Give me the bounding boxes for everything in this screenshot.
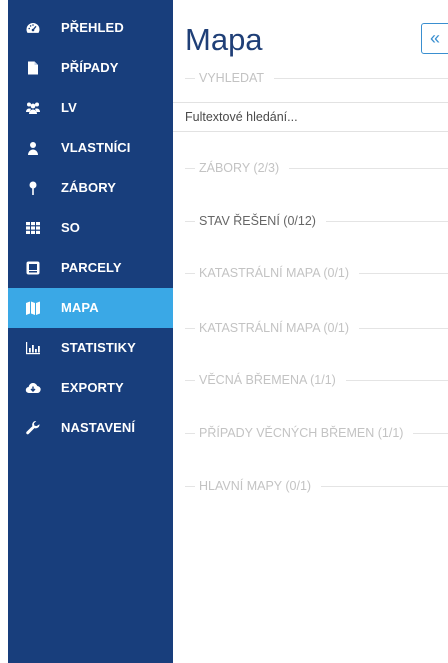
sidebar-item-prehled[interactable]: PŘEHLED <box>8 8 173 48</box>
sidebar-item-nastaveni[interactable]: NASTAVENÍ <box>8 408 173 448</box>
section-hlavni-mapy[interactable]: HLAVNÍ MAPY (0/1) <box>185 478 448 494</box>
sidebar: PŘEHLED PŘÍPADY LV VLASTNÍCI ZÁBORY SO P… <box>8 0 173 663</box>
sidebar-item-parcely[interactable]: PARCELY <box>8 248 173 288</box>
left-edge-strip <box>0 0 8 663</box>
sidebar-item-exporty[interactable]: EXPORTY <box>8 368 173 408</box>
sidebar-item-zabory[interactable]: ZÁBORY <box>8 168 173 208</box>
section-katastralni-mapa[interactable]: KATASTRÁLNÍ MAPA (0/1) <box>185 265 448 281</box>
sidebar-item-label: LV <box>61 100 77 115</box>
divider <box>274 77 448 79</box>
main-panel: Mapa « VYHLEDAT ZÁBORY (2/3) STAV ŘEŠENÍ… <box>173 0 448 663</box>
sidebar-item-label: MAPA <box>61 300 99 315</box>
section-pripady-vecnych-bremen[interactable]: PŘÍPADY VĚCNÝCH BŘEMEN (1/1) <box>185 425 448 441</box>
divider <box>413 432 448 434</box>
sidebar-item-mapa[interactable]: MAPA <box>8 288 173 328</box>
wrench-icon <box>25 420 41 436</box>
square-icon <box>25 260 41 276</box>
map-icon <box>25 300 41 316</box>
section-label: VYHLEDAT <box>199 71 265 85</box>
dashboard-icon <box>25 20 41 36</box>
divider <box>185 379 195 381</box>
sidebar-item-label: PŘEHLED <box>61 20 124 35</box>
fulltext-search-input[interactable] <box>173 102 448 132</box>
page-title: Mapa <box>185 22 263 57</box>
section-vecna-bremena[interactable]: VĚCNÁ BŘEMENA (1/1) <box>185 372 448 388</box>
section-zabory[interactable]: ZÁBORY (2/3) <box>185 160 448 176</box>
section-label: KATASTRÁLNÍ MAPA (0/1) <box>199 266 350 280</box>
section-stav-reseni[interactable]: STAV ŘEŠENÍ (0/12) <box>185 213 448 229</box>
pin-icon <box>25 180 41 196</box>
sidebar-item-label: STATISTIKY <box>61 340 136 355</box>
cloud-download-icon <box>25 380 41 396</box>
section-label: PŘÍPADY VĚCNÝCH BŘEMEN (1/1) <box>199 426 404 440</box>
divider <box>185 272 195 274</box>
users-icon <box>25 100 41 116</box>
sidebar-item-so[interactable]: SO <box>8 208 173 248</box>
section-label: ZÁBORY (2/3) <box>199 161 280 175</box>
divider <box>359 327 448 329</box>
sidebar-item-label: ZÁBORY <box>61 180 117 195</box>
divider <box>185 432 195 434</box>
divider <box>325 220 448 222</box>
divider <box>345 379 448 381</box>
sidebar-item-label: PŘÍPADY <box>61 60 119 75</box>
document-icon <box>25 60 41 76</box>
sidebar-item-vlastnici[interactable]: VLASTNÍCI <box>8 128 173 168</box>
divider <box>289 167 448 169</box>
divider <box>185 77 195 79</box>
section-katastralni-mapa-2[interactable]: KATASTRÁLNÍ MAPA (0/1) <box>185 320 448 336</box>
sidebar-item-label: VLASTNÍCI <box>61 140 131 155</box>
section-label: VĚCNÁ BŘEMENA (1/1) <box>199 373 336 387</box>
divider <box>359 272 448 274</box>
grid-icon <box>25 220 41 236</box>
sidebar-item-label: SO <box>61 220 80 235</box>
sidebar-item-label: EXPORTY <box>61 380 124 395</box>
user-icon <box>25 140 41 156</box>
sidebar-item-statistiky[interactable]: STATISTIKY <box>8 328 173 368</box>
divider <box>321 485 448 487</box>
section-vyhledat: VYHLEDAT <box>185 70 448 86</box>
divider <box>185 485 195 487</box>
section-label: KATASTRÁLNÍ MAPA (0/1) <box>199 321 350 335</box>
divider <box>185 167 195 169</box>
sidebar-item-pripady[interactable]: PŘÍPADY <box>8 48 173 88</box>
bar-chart-icon <box>25 340 41 356</box>
section-label: STAV ŘEŠENÍ (0/12) <box>199 214 316 228</box>
sidebar-item-label: PARCELY <box>61 260 122 275</box>
section-label: HLAVNÍ MAPY (0/1) <box>199 479 312 493</box>
divider <box>185 220 195 222</box>
sidebar-item-label: NASTAVENÍ <box>61 420 136 435</box>
sidebar-item-lv[interactable]: LV <box>8 88 173 128</box>
divider <box>185 327 195 329</box>
collapse-button[interactable]: « <box>421 23 448 54</box>
